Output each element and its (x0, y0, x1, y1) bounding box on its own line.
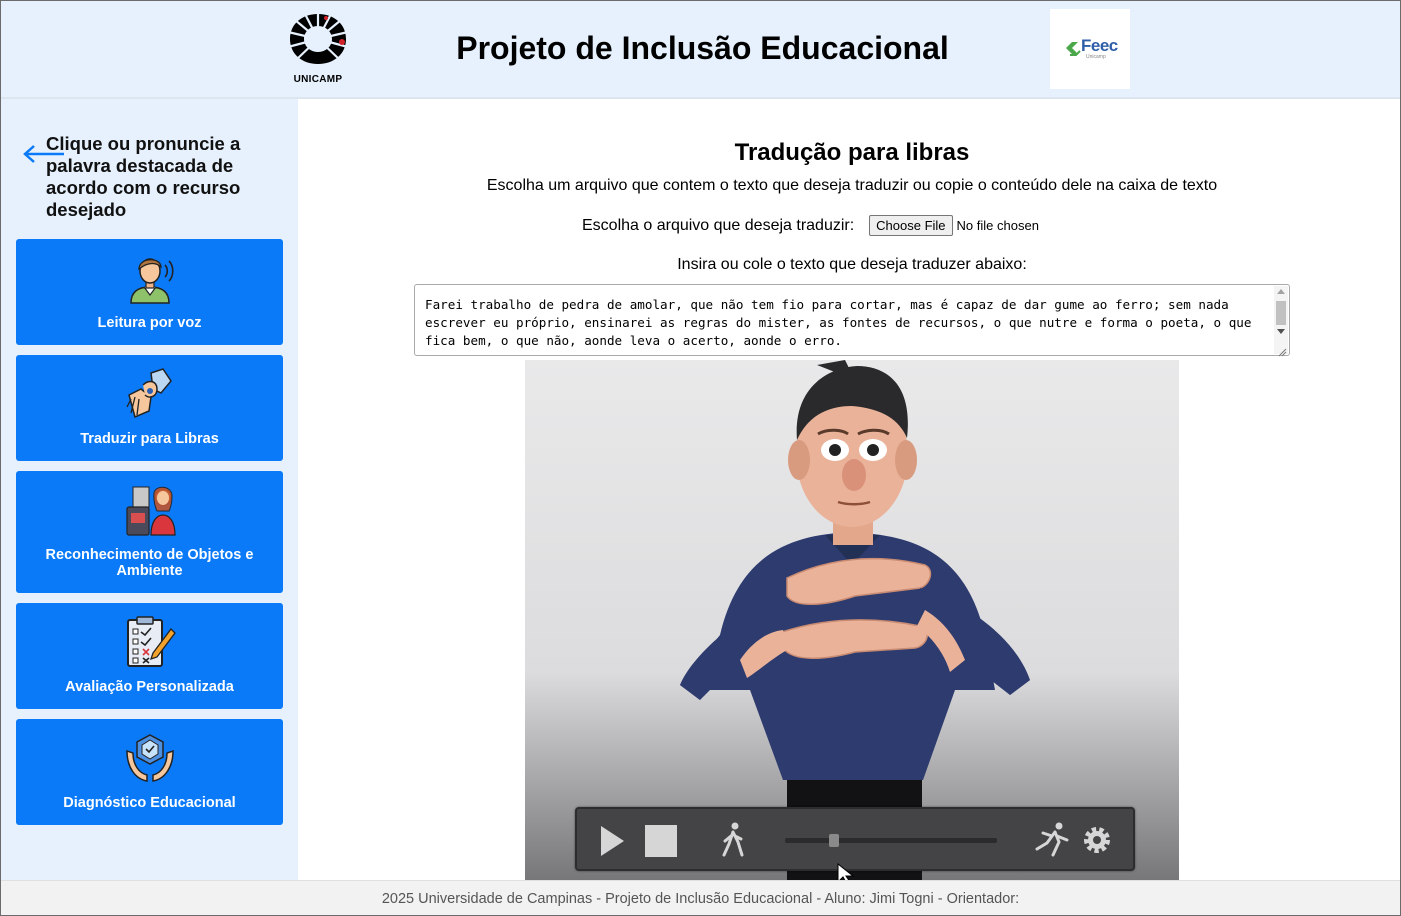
scroll-down-arrow-icon[interactable] (1277, 329, 1285, 334)
checklist-icon (16, 615, 283, 669)
main-content: Tradução para libras Escolha um arquivo … (298, 99, 1401, 880)
text-input-area[interactable]: Farei trabalho de pedra de amolar, que n… (414, 284, 1290, 357)
signing-avatar (680, 360, 1030, 880)
player-controls (575, 807, 1135, 871)
sidebar-item-label: Diagnóstico Educacional (63, 795, 236, 811)
resize-grip-icon[interactable] (1278, 344, 1287, 357)
diagnosis-hands-icon (16, 731, 283, 785)
sign-language-icon (16, 367, 283, 421)
sidebar-item-reconhecimento-objetos[interactable]: Reconhecimento de Objetos e Ambiente (16, 471, 283, 593)
file-label: Escolha o arquivo que deseja traduzir: (582, 216, 855, 234)
page-title: Projeto de Inclusão Educacional (456, 30, 949, 66)
sidebar: Clique ou pronuncie a palavra destacada … (0, 99, 298, 880)
scroll-thumb[interactable] (1276, 301, 1286, 325)
section-description: Escolha um arquivo que contem o texto qu… (486, 177, 1218, 194)
footer: 2025 Universidade de Campinas - Projeto … (0, 880, 1401, 916)
scroll-up-arrow-icon[interactable] (1277, 289, 1285, 294)
file-row: Escolha o arquivo que deseja traduzir: C… (582, 215, 1039, 236)
sidebar-item-label: Traduzir para Libras (80, 431, 219, 447)
header: UNICAMP Projeto de Inclusão Educacional … (0, 0, 1401, 99)
sidebar-item-label: Avaliação Personalizada (65, 679, 234, 695)
speed-slider[interactable] (785, 834, 997, 847)
run-fast-icon[interactable] (1035, 822, 1069, 857)
feec-logo: Feec Unicamp (1050, 9, 1130, 89)
play-icon[interactable] (601, 826, 624, 856)
sidebar-instruction: Clique ou pronuncie a palavra destacada … (46, 133, 241, 220)
feec-logo-sub: Unicamp (1086, 54, 1106, 60)
sidebar-item-leitura-por-voz[interactable]: Leitura por voz (16, 239, 283, 345)
unicamp-logo-text: UNICAMP (293, 74, 343, 85)
stop-icon[interactable] (645, 825, 677, 857)
sidebar-item-diagnostico[interactable]: Diagnóstico Educacional (16, 719, 283, 825)
walk-slow-icon[interactable] (722, 822, 744, 857)
libras-avatar-player[interactable] (525, 360, 1179, 880)
mouse-cursor-icon (837, 863, 855, 880)
voice-reading-icon (16, 251, 283, 305)
textarea-value: Farei trabalho de pedra de amolar, que n… (425, 297, 1260, 348)
sidebar-item-avaliacao[interactable]: Avaliação Personalizada (16, 603, 283, 709)
sidebar-item-traduzir-libras[interactable]: Traduzir para Libras (16, 355, 283, 461)
textarea-label: Insira ou cole o texto que deseja traduz… (677, 256, 1027, 273)
section-title: Tradução para libras (734, 139, 970, 166)
file-status: No file chosen (956, 218, 1039, 233)
object-recognition-icon (16, 483, 283, 537)
feec-logo-text: Feec (1081, 36, 1118, 55)
unicamp-logo: UNICAMP (284, 12, 352, 88)
sidebar-item-label: Leitura por voz (97, 315, 202, 331)
sidebar-item-label: Reconhecimento de Objetos e Ambiente (45, 547, 254, 579)
choose-file-button[interactable]: Choose File (869, 215, 953, 236)
settings-gear-icon[interactable] (1084, 827, 1110, 853)
